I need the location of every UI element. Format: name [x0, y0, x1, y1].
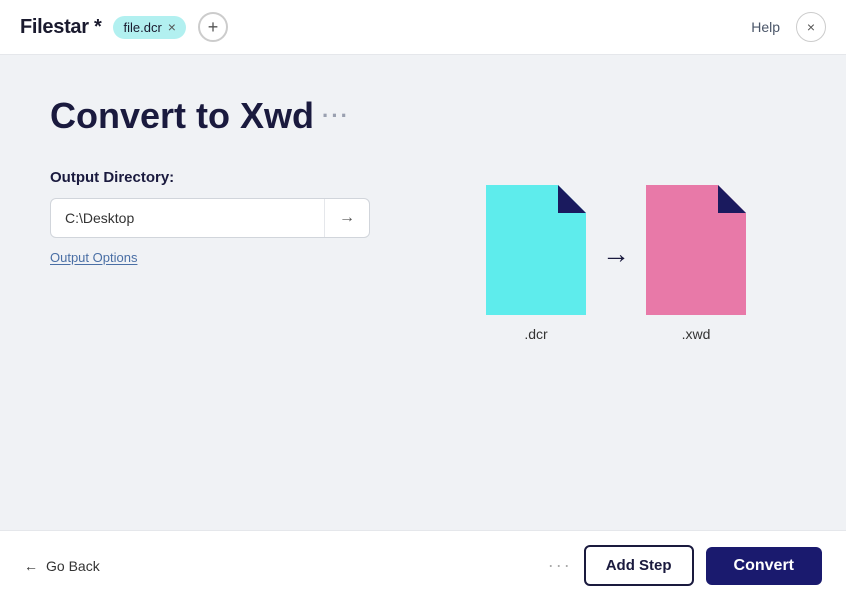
file-tag-close-icon[interactable]: ×: [168, 20, 176, 34]
footer-right: ··· Add Step Convert: [548, 545, 822, 586]
source-file-wrapper: .dcr: [486, 185, 586, 320]
file-tag: file.dcr ×: [113, 16, 185, 39]
go-back-arrow-icon: ←: [24, 558, 38, 574]
source-file-icon: [486, 185, 586, 315]
output-dir-label: Output Directory:: [50, 169, 370, 186]
output-dir-input[interactable]: [51, 200, 324, 236]
page-title-dots: ···: [322, 103, 350, 129]
target-file-wrapper: .xwd: [646, 185, 746, 320]
output-dir-input-row: →: [50, 198, 370, 238]
app-title: Filestar *: [20, 16, 101, 39]
header-left: Filestar * file.dcr × +: [20, 12, 228, 42]
conversion-arrow-icon: →: [602, 238, 630, 270]
target-file-label: .xwd: [682, 326, 711, 342]
footer: ← Go Back ··· Add Step Convert: [0, 530, 846, 600]
form-section: Output Directory: → Output Options: [50, 169, 370, 265]
go-back-label: Go Back: [46, 558, 100, 574]
go-back-button[interactable]: ← Go Back: [24, 558, 100, 574]
main-content: Convert to Xwd ··· Output Directory: → O…: [0, 55, 846, 530]
page-title-text: Convert to Xwd: [50, 95, 314, 137]
close-button[interactable]: ×: [796, 12, 826, 42]
source-file-label: .dcr: [524, 326, 547, 342]
convert-button[interactable]: Convert: [706, 547, 822, 585]
add-step-button[interactable]: Add Step: [584, 545, 694, 586]
more-options-dots[interactable]: ···: [548, 555, 572, 576]
conversion-illustration: .dcr → .xwd: [486, 185, 746, 350]
target-file-icon: [646, 185, 746, 315]
file-tag-name: file.dcr: [123, 20, 161, 35]
output-options-link[interactable]: Output Options: [50, 250, 370, 265]
page-title: Convert to Xwd ···: [50, 95, 796, 137]
header-right: Help ×: [751, 12, 826, 42]
header: Filestar * file.dcr × + Help ×: [0, 0, 846, 55]
add-file-button[interactable]: +: [198, 12, 228, 42]
help-link[interactable]: Help: [751, 19, 780, 35]
output-dir-arrow-icon[interactable]: →: [324, 199, 369, 237]
